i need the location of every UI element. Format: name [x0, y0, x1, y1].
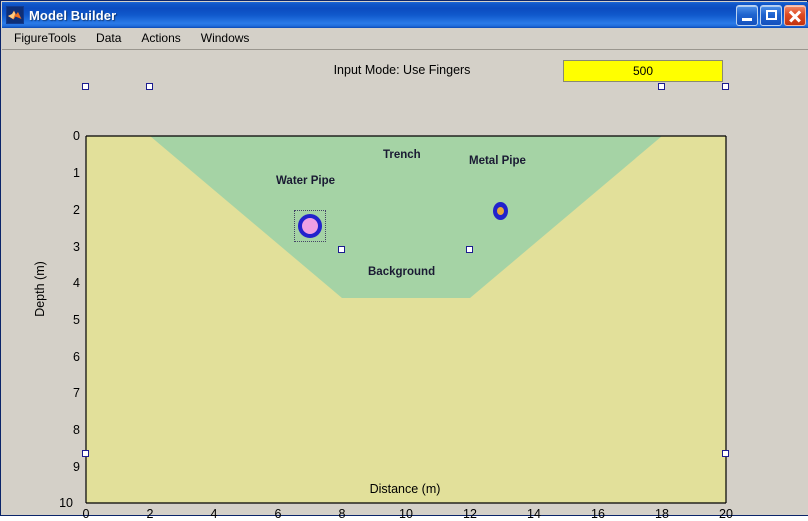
xtick-16: 16 — [591, 507, 605, 521]
model-builder-window: Model Builder FigureTools Data Actions W… — [0, 0, 808, 521]
selection-handle-x2-top[interactable] — [146, 83, 153, 90]
matlab-icon — [6, 6, 24, 24]
xtick-2: 2 — [146, 507, 154, 521]
ytick-7: 7 — [73, 386, 80, 400]
model-plot-canvas[interactable] — [2, 50, 808, 515]
selection-handle-x20-deep[interactable] — [722, 450, 729, 457]
minimize-button[interactable] — [736, 4, 758, 26]
ytick-8: 8 — [73, 423, 80, 437]
ytick-6: 6 — [73, 350, 80, 364]
label-water-pipe: Water Pipe — [276, 175, 336, 187]
ytick-2: 2 — [73, 203, 80, 217]
x-axis-label: Distance (m) — [369, 482, 441, 496]
close-button[interactable] — [784, 4, 806, 26]
xtick-8: 8 — [338, 507, 346, 521]
metal-pipe-shape[interactable] — [493, 202, 508, 220]
xtick-0: 0 — [82, 507, 90, 521]
ytick-10: 10 — [59, 496, 73, 510]
ytick-5: 5 — [73, 313, 80, 327]
y-axis-label: Depth (m) — [33, 261, 47, 317]
selection-handle-x20-top[interactable] — [722, 83, 729, 90]
menu-item-data[interactable]: Data — [87, 29, 130, 48]
label-trench: Trench — [383, 149, 421, 161]
value-input-box[interactable]: 500 — [563, 60, 723, 82]
xtick-6: 6 — [274, 507, 282, 521]
selection-handle-x8-bottom[interactable] — [338, 246, 345, 253]
figure-area[interactable]: Input Mode: Use Fingers 500 0 1 2 3 4 5 … — [2, 50, 808, 521]
menu-bar: FigureTools Data Actions Windows — [2, 28, 808, 50]
xtick-14: 14 — [527, 507, 541, 521]
ytick-3: 3 — [73, 240, 80, 254]
xtick-4: 4 — [210, 507, 218, 521]
selection-handle-x18-top[interactable] — [658, 83, 665, 90]
maximize-button[interactable] — [760, 4, 782, 26]
selection-handle-x0-top[interactable] — [82, 83, 89, 90]
xtick-12: 12 — [463, 507, 477, 521]
label-metal-pipe: Metal Pipe — [469, 155, 526, 167]
ytick-0: 0 — [73, 129, 80, 143]
selection-handle-x12-bottom[interactable] — [466, 246, 473, 253]
input-mode-label: Input Mode: Use Fingers — [333, 63, 471, 77]
xtick-20: 20 — [719, 507, 733, 521]
ytick-4: 4 — [73, 276, 80, 290]
title-bar: Model Builder — [2, 2, 808, 28]
ytick-9: 9 — [73, 460, 80, 474]
menu-item-windows[interactable]: Windows — [192, 29, 259, 48]
water-pipe-shape[interactable] — [298, 214, 322, 238]
label-background: Background — [368, 266, 436, 278]
window-title: Model Builder — [29, 7, 117, 23]
xtick-10: 10 — [399, 507, 413, 521]
selection-handle-x0-deep[interactable] — [82, 450, 89, 457]
ytick-1: 1 — [73, 166, 80, 180]
menu-item-figuretools[interactable]: FigureTools — [5, 29, 85, 48]
xtick-18: 18 — [655, 507, 669, 521]
menu-item-actions[interactable]: Actions — [132, 29, 189, 48]
